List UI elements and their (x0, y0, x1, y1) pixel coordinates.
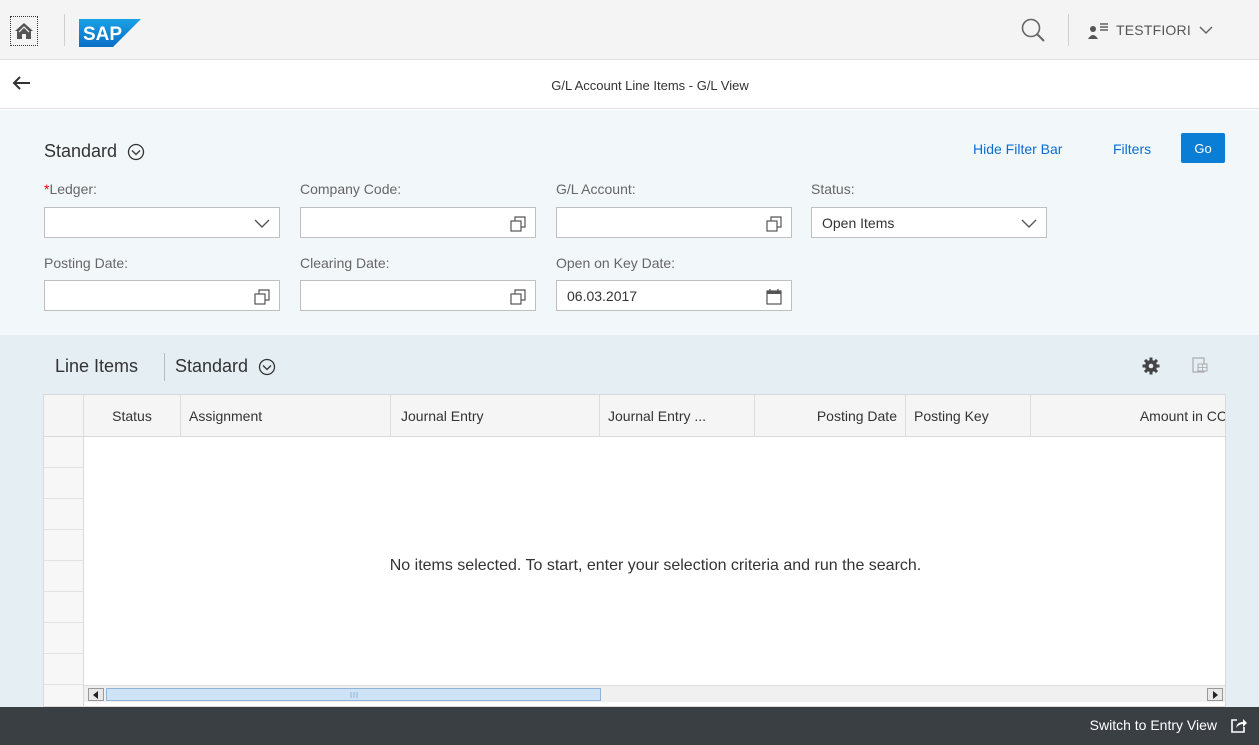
row-selector[interactable] (44, 468, 83, 499)
posting-date-input[interactable] (44, 280, 280, 311)
switch-to-entry-view-label: Switch to Entry View (1089, 717, 1217, 733)
column-header-amount-in-cc[interactable]: Amount in CC (1031, 395, 1225, 437)
value-help-icon[interactable] (509, 288, 527, 306)
row-selector[interactable] (44, 592, 83, 623)
user-icon (1088, 23, 1108, 39)
clearing-date-input[interactable] (300, 280, 536, 311)
select-all-header[interactable] (44, 395, 84, 437)
home-button[interactable] (10, 16, 38, 46)
company-code-label: Company Code: (300, 181, 402, 197)
user-menu[interactable]: TESTFIORI (1088, 21, 1213, 39)
column-header-journal-entry[interactable]: Journal Entry (391, 395, 600, 437)
row-selector-column (44, 437, 84, 706)
filter-variant-selector[interactable]: Standard (44, 141, 145, 162)
column-header-journal-entry-type[interactable]: Journal Entry ... (600, 395, 755, 437)
row-selector[interactable] (44, 437, 83, 468)
shell-separator (64, 14, 65, 46)
svg-text:SAP: SAP (83, 24, 122, 45)
scroll-right-button[interactable] (1207, 688, 1223, 701)
table-title: Line Items (55, 356, 139, 376)
footer-bar: Switch to Entry View (0, 707, 1259, 745)
filter-variant-label: Standard (44, 141, 118, 161)
value-help-icon[interactable] (765, 215, 783, 233)
row-selector[interactable] (44, 654, 83, 685)
company-code-input[interactable] (300, 207, 536, 238)
row-selector[interactable] (44, 623, 83, 654)
search-icon[interactable] (1020, 17, 1046, 43)
row-selector[interactable] (44, 499, 83, 530)
shell-separator (1068, 14, 1069, 46)
chevron-circle-down-icon (127, 143, 145, 160)
home-icon (15, 23, 33, 39)
open-on-key-date-input[interactable]: 06.03.2017 (556, 280, 792, 311)
sub-header: G/L Account Line Items - G/L View (0, 60, 1259, 109)
calendar-icon[interactable] (765, 288, 783, 306)
filter-bar: Standard Hide Filter Bar Filters Go *Led… (0, 110, 1259, 335)
value-help-icon[interactable] (509, 215, 527, 233)
sap-logo[interactable]: SAP (79, 19, 141, 50)
switch-to-entry-view-button[interactable]: Switch to Entry View (1090, 717, 1247, 733)
value-help-icon[interactable] (253, 288, 271, 306)
column-header-posting-key[interactable]: Posting Key (906, 395, 1031, 437)
export-spreadsheet-icon[interactable] (1189, 356, 1209, 374)
column-header-status[interactable]: Status (84, 395, 181, 437)
gl-account-label: G/L Account: (556, 181, 636, 197)
row-selector[interactable] (44, 530, 83, 561)
table-variant-selector[interactable]: Standard (175, 356, 276, 377)
column-header-assignment[interactable]: Assignment (181, 395, 391, 437)
line-items-section: Line Items Standard Status Assignment Jo… (0, 335, 1259, 707)
gear-icon[interactable] (1142, 357, 1160, 375)
row-selector[interactable] (44, 561, 83, 592)
chevron-down-icon (1199, 26, 1213, 35)
status-label: Status: (811, 181, 855, 197)
table-variant-label: Standard (175, 356, 249, 376)
ledger-select[interactable] (44, 207, 280, 238)
status-select[interactable]: Open Items (811, 207, 1047, 238)
share-arrow-icon (1231, 719, 1247, 733)
chevron-down-icon (254, 219, 270, 228)
scrollbar-thumb[interactable] (106, 688, 601, 701)
column-header-posting-date[interactable]: Posting Date (755, 395, 906, 437)
ledger-label: *Ledger: (44, 181, 97, 197)
chevron-left-icon (93, 690, 98, 699)
table-header: Status Assignment Journal Entry Journal … (44, 395, 1225, 437)
chevron-right-icon (1213, 690, 1218, 699)
scroll-left-button[interactable] (88, 688, 104, 701)
filters-link[interactable]: Filters (1113, 141, 1151, 157)
shell-bar: SAP TESTFIORI (0, 0, 1259, 60)
user-name: TESTFIORI (1116, 22, 1191, 38)
posting-date-label: Posting Date: (44, 255, 129, 271)
grip-icon (350, 691, 357, 698)
page-title: G/L Account Line Items - G/L View (551, 78, 749, 93)
chevron-down-icon (1021, 219, 1037, 228)
table-title-divider (164, 353, 165, 381)
chevron-circle-down-icon (258, 358, 276, 375)
empty-table-message: No items selected. To start, enter your … (389, 557, 922, 574)
hide-filter-bar-link[interactable]: Hide Filter Bar (973, 141, 1062, 157)
horizontal-scrollbar[interactable] (84, 685, 1225, 702)
go-button[interactable]: Go (1181, 133, 1225, 163)
gl-account-input[interactable] (556, 207, 792, 238)
clearing-date-label: Clearing Date: (300, 255, 390, 271)
open-on-key-date-label: Open on Key Date: (556, 255, 676, 271)
line-items-table: Status Assignment Journal Entry Journal … (43, 394, 1226, 707)
